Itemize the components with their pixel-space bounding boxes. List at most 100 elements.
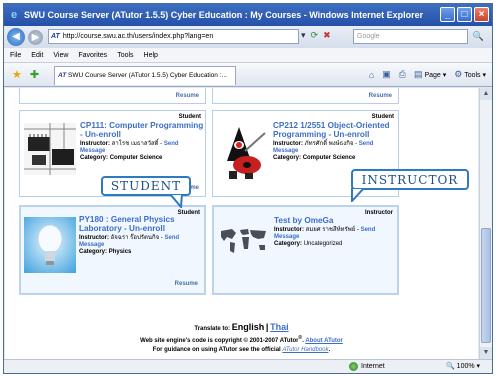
course-title-link[interactable]: CP212 1/2551 Object-Oriented Programming… bbox=[273, 121, 397, 139]
instructor-label: Instructor: bbox=[274, 227, 304, 233]
course-title-link[interactable]: Test by OmeGa bbox=[274, 216, 398, 225]
tools-menu[interactable]: ⚙ Tools ▾ bbox=[454, 69, 486, 80]
favorites-bar: ★ ✚ AT SWU Course Server (ATutor 1.5.5) … bbox=[4, 63, 492, 87]
category-label: Category: bbox=[273, 155, 302, 161]
instructor-name: อัจฉรา ร๊อปรัตนกิจ bbox=[110, 235, 160, 241]
scroll-down-arrow-icon[interactable]: ▼ bbox=[480, 347, 492, 359]
site-favicon-icon: AT bbox=[51, 33, 60, 40]
handbook-link[interactable]: ATutor Handbook bbox=[282, 347, 328, 353]
instructor-label: Instructor: bbox=[273, 141, 303, 147]
category-label: Category: bbox=[79, 249, 108, 255]
page-icon: ▤ bbox=[413, 69, 423, 79]
home-icon[interactable]: ⌂ bbox=[369, 70, 374, 80]
feeds-icon[interactable]: ▣ bbox=[382, 69, 391, 80]
menu-view[interactable]: View bbox=[53, 52, 68, 59]
java-duke-thumbnail bbox=[217, 121, 269, 181]
print-icon[interactable]: ⎙ bbox=[399, 69, 406, 80]
circuit-board-thumbnail bbox=[24, 123, 76, 175]
category-value: Uncategorized bbox=[303, 241, 343, 247]
guidance-period: . bbox=[328, 347, 331, 353]
category-value: Computer Science bbox=[109, 155, 163, 161]
title-bar: e SWU Course Server (ATutor 1.5.5) Cyber… bbox=[4, 4, 492, 26]
tools-gear-icon: ⚙ bbox=[454, 69, 463, 79]
page-menu[interactable]: ▤ Page ▾ bbox=[414, 69, 446, 80]
zoom-level[interactable]: 🔍 100% ▾ bbox=[446, 362, 480, 370]
category-label: Category: bbox=[80, 155, 109, 161]
dropdown-arrow-icon[interactable]: ▾ bbox=[301, 30, 306, 41]
course-card-test-omega: Instructor Test by OmeGa Instructor: สมย… bbox=[212, 205, 399, 295]
page-content: Resume Resume Student CP111: Computer Pr… bbox=[5, 88, 478, 359]
language-separator: | bbox=[265, 322, 269, 332]
course-title-link[interactable]: PY180 : General Physics Laboratory - Un-… bbox=[79, 215, 205, 233]
minimize-button[interactable]: _ bbox=[440, 7, 455, 22]
language-thai-link[interactable]: Thai bbox=[270, 322, 289, 332]
tab-label: SWU Course Server (ATutor 1.5.5) Cyber E… bbox=[68, 72, 227, 79]
category-value: Computer Science bbox=[302, 155, 356, 161]
address-field[interactable]: AT http://course.swu.ac.th/users/index.p… bbox=[48, 29, 299, 44]
menu-bar: File Edit View Favorites Tools Help bbox=[4, 48, 492, 63]
instructor-name: สาโรช เมธาสวัสดิ์ bbox=[111, 141, 159, 147]
address-toolbar: ◀ ▶ AT http://course.swu.ac.th/users/ind… bbox=[4, 26, 492, 48]
page-footer: Translate to: English | Thai Web site en… bbox=[5, 322, 478, 353]
menu-file[interactable]: File bbox=[10, 52, 21, 59]
vertical-scrollbar[interactable]: ▲ ▼ bbox=[479, 88, 492, 359]
menu-help[interactable]: Help bbox=[144, 52, 158, 59]
security-zone[interactable]: Internet bbox=[349, 362, 385, 371]
tools-menu-label: Tools bbox=[464, 72, 481, 79]
tab-current[interactable]: AT SWU Course Server (ATutor 1.5.5) Cybe… bbox=[54, 66, 236, 85]
search-icon[interactable]: 🔍 bbox=[471, 29, 486, 44]
course-info: Instructor: อัจฉรา ร๊อปรัตนกิจ - Send Me… bbox=[79, 235, 180, 255]
favorites-star-icon[interactable]: ★ bbox=[12, 68, 22, 81]
menu-favorites[interactable]: Favorites bbox=[78, 52, 107, 59]
language-english: English bbox=[231, 322, 265, 332]
instructor-callout: INSTRUCTOR bbox=[351, 169, 469, 190]
resume-link[interactable]: Resume bbox=[176, 93, 199, 99]
zone-label: Internet bbox=[361, 363, 385, 370]
course-info: Instructor: ภัทรศักดิ์ พงษ์ธงกิจ - Send … bbox=[273, 141, 374, 161]
instructor-callout-pointer bbox=[351, 188, 365, 202]
guidance-text: For guidance on using ATutor see the off… bbox=[152, 347, 281, 353]
refresh-icon[interactable]: ⟳ bbox=[311, 30, 319, 41]
stop-icon[interactable]: ✖ bbox=[323, 30, 331, 41]
maximize-button[interactable]: □ bbox=[457, 7, 472, 22]
window-title: SWU Course Server (ATutor 1.5.5) Cyber E… bbox=[24, 10, 424, 20]
search-input[interactable]: Google bbox=[353, 29, 468, 44]
scroll-thumb[interactable] bbox=[481, 228, 491, 343]
category-value: Physics bbox=[108, 249, 132, 255]
ie-logo-icon: e bbox=[10, 9, 18, 21]
student-callout: STUDENT bbox=[101, 176, 191, 196]
copyright-line: Web site engine's code is copyright © 20… bbox=[140, 335, 343, 344]
scroll-up-arrow-icon[interactable]: ▲ bbox=[480, 88, 492, 100]
instructor-label: Instructor: bbox=[80, 141, 110, 147]
about-atutor-link[interactable]: About ATutor bbox=[305, 338, 343, 344]
back-button[interactable]: ◀ bbox=[7, 28, 25, 46]
light-bulb-thumbnail bbox=[24, 217, 76, 273]
category-label: Category: bbox=[274, 241, 303, 247]
url-text: http://course.swu.ac.th/users/index.php?… bbox=[62, 33, 214, 40]
status-bar: Internet 🔍 100% ▾ bbox=[4, 359, 492, 373]
course-info: Instructor: สมยศ ราชสีห์ทรัพย์ - Send Me… bbox=[274, 227, 376, 247]
add-favorite-icon[interactable]: ✚ bbox=[30, 68, 39, 81]
page-menu-label: Page bbox=[424, 72, 441, 79]
translate-line: Translate to: English | Thai bbox=[5, 322, 478, 332]
role-label: Student bbox=[371, 114, 394, 120]
instructor-name: สมยศ ราชสีห์ทรัพย์ bbox=[305, 227, 356, 233]
menu-edit[interactable]: Edit bbox=[31, 52, 43, 59]
course-info: Instructor: สาโรช เมธาสวัสดิ์ - Send Mes… bbox=[80, 141, 179, 161]
copyright-text: Web site engine's code is copyright © 20… bbox=[140, 338, 279, 344]
translate-label: Translate to: bbox=[194, 326, 231, 332]
course-title-link[interactable]: CP111: Computer Programming - Un-enroll bbox=[80, 121, 204, 139]
resume-link[interactable]: Resume bbox=[175, 281, 198, 287]
instructor-label: Instructor: bbox=[79, 235, 109, 241]
close-button[interactable]: × bbox=[474, 7, 489, 22]
menu-tools[interactable]: Tools bbox=[117, 52, 133, 59]
resume-link[interactable]: Resume bbox=[369, 93, 392, 99]
forward-button[interactable]: ▶ bbox=[28, 29, 43, 45]
globe-icon bbox=[349, 362, 358, 371]
browser-window: e SWU Course Server (ATutor 1.5.5) Cyber… bbox=[3, 3, 493, 374]
world-map-thumbnail bbox=[218, 225, 270, 257]
tab-favicon-icon: AT bbox=[58, 72, 67, 79]
guidance-line: For guidance on using ATutor see the off… bbox=[5, 347, 478, 353]
instructor-name: ภัทรศักดิ์ พงษ์ธงกิจ bbox=[304, 141, 354, 147]
course-card-partial-left: Resume bbox=[19, 88, 206, 104]
